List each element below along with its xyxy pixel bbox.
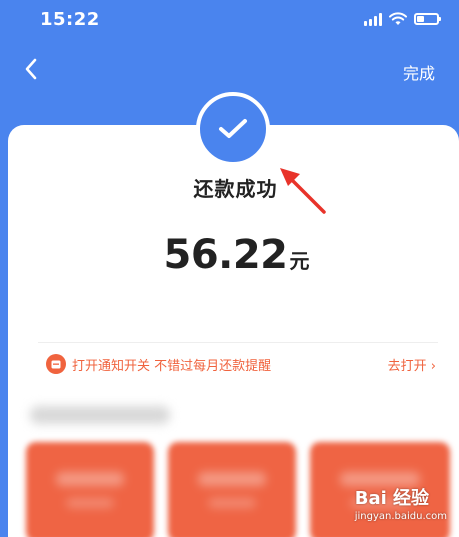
- success-title: 还款成功: [193, 177, 278, 201]
- status-time: 15:22: [40, 9, 100, 30]
- watermark: Bai 经验 jingyan.baidu.com: [355, 484, 447, 522]
- annotation-arrow-icon: [280, 168, 326, 214]
- chevron-left-icon: [25, 58, 37, 80]
- check-icon: [219, 119, 247, 138]
- done-button[interactable]: 完成: [403, 60, 435, 84]
- open-notification-link[interactable]: 去打开 ›: [388, 355, 436, 374]
- blurred-heading: [30, 406, 170, 424]
- signal-icon: [364, 12, 382, 26]
- success-check: [196, 92, 270, 166]
- status-bar: 15:22: [0, 0, 459, 40]
- amount-unit: 元: [289, 249, 310, 273]
- watermark-logo-text: Bai 经验: [354, 488, 430, 509]
- notification-text: 打开通知开关 不错过每月还款提醒: [72, 359, 272, 374]
- status-icons: [364, 12, 441, 26]
- battery-icon: [414, 13, 441, 25]
- nav-bar: 完成: [0, 48, 459, 92]
- watermark-logo: Bai 经验: [355, 484, 447, 510]
- amount-value: 56.22: [163, 232, 288, 278]
- back-button[interactable]: [16, 52, 46, 86]
- notification-row[interactable]: 打开通知开关 不错过每月还款提醒 去打开 ›: [46, 352, 436, 378]
- watermark-url: jingyan.baidu.com: [354, 511, 447, 522]
- divider: [38, 342, 438, 343]
- blurred-card[interactable]: [26, 442, 154, 537]
- blurred-card[interactable]: [168, 442, 296, 537]
- amount-row: 56.22 元: [0, 232, 459, 278]
- calendar-icon: [46, 354, 66, 374]
- wifi-icon: [389, 12, 407, 25]
